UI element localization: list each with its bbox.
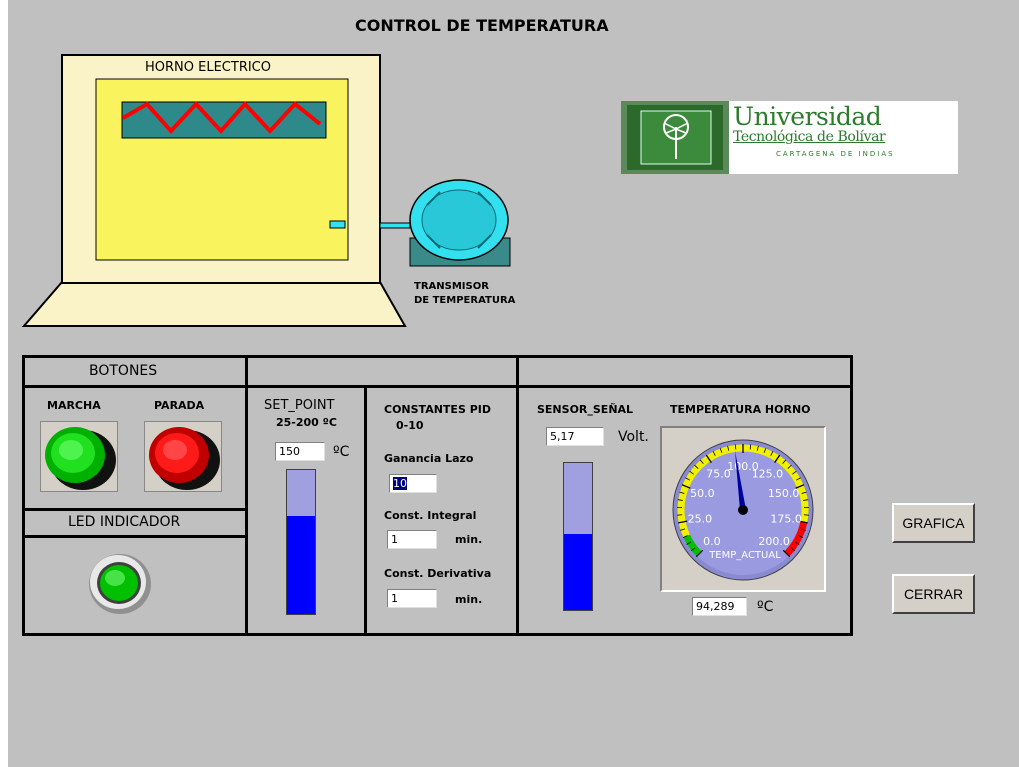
gauge-title: TEMPERATURA HORNO: [670, 403, 811, 416]
sensor-unit: Volt.: [618, 429, 649, 445]
derivativa-input[interactable]: 1: [387, 589, 437, 608]
gauge-tick-label: 150.0: [768, 487, 800, 500]
sensor-fill: [564, 533, 592, 610]
ganancia-value: 10: [393, 477, 407, 490]
sensor-bar: [563, 462, 593, 611]
setpoint-fill: [287, 516, 315, 614]
frame-top: [22, 355, 853, 358]
led-header: LED INDICADOR: [68, 514, 181, 530]
frame-bottom: [22, 633, 853, 636]
parada-button[interactable]: [144, 421, 222, 492]
divider-1: [245, 355, 248, 636]
marcha-label: MARCHA: [47, 399, 101, 412]
grafica-button[interactable]: GRAFICA: [892, 503, 975, 543]
transmitter-icon: [409, 179, 511, 267]
gauge-readout: 94,289: [692, 597, 747, 616]
logo-city: CARTAGENA DE INDIAS: [776, 150, 895, 158]
divider-2: [364, 385, 367, 636]
integral-input[interactable]: 1: [387, 530, 437, 549]
setpoint-range: 25-200 ºC: [276, 416, 337, 429]
logo-title: Universidad: [733, 102, 882, 131]
botones-header: BOTONES: [89, 363, 158, 379]
gauge-tick-label: 50.0: [690, 487, 715, 500]
led-frame-top: [22, 508, 248, 511]
university-logo: Universidad Tecnológica de Bolívar CARTA…: [621, 101, 958, 174]
frame-left: [22, 355, 25, 636]
oven-base: [21, 281, 407, 327]
derivativa-unit: min.: [455, 593, 483, 606]
pid-title: CONSTANTES PID: [384, 403, 491, 416]
logo-emblem-icon: [621, 101, 729, 174]
transmitter-pipe: [379, 222, 411, 229]
ganancia-label: Ganancia Lazo: [384, 452, 474, 465]
integral-unit: min.: [455, 533, 483, 546]
green-button-icon: [45, 427, 116, 490]
frame-header-bottom: [22, 385, 853, 388]
probe-connector: [329, 220, 346, 229]
led-indicator: [89, 554, 151, 614]
cerrar-button[interactable]: CERRAR: [892, 574, 975, 614]
divider-3: [516, 355, 519, 636]
led-frame-bottom: [22, 535, 248, 538]
setpoint-unit: ºC: [333, 444, 350, 460]
integral-label: Const. Integral: [384, 509, 477, 522]
setpoint-title: SET_POINT: [264, 398, 335, 413]
sensor-value: 5,17: [546, 427, 604, 446]
gauge-tick-label: 125.0: [752, 467, 784, 480]
oven-label: HORNO ELECTRICO: [145, 60, 271, 75]
gauge-tick-label: 175.0: [770, 513, 802, 526]
gauge-tick-label: 200.0: [758, 535, 790, 548]
temperature-gauge: 0.025.050.075.0100.0125.0150.0175.0200.0…: [672, 439, 814, 581]
ganancia-input[interactable]: 10: [389, 474, 437, 493]
gauge-hub: [738, 505, 748, 515]
parada-label: PARADA: [154, 399, 205, 412]
transmitter-label-1: TRANSMISOR: [414, 281, 489, 292]
gauge-tick-label: 0.0: [703, 535, 721, 548]
marcha-button[interactable]: [40, 421, 118, 492]
gauge-caption: TEMP_ACTUAL: [708, 550, 781, 561]
setpoint-slider[interactable]: [286, 469, 316, 615]
setpoint-input[interactable]: 150: [275, 442, 325, 461]
transmitter-label-2: DE TEMPERATURA: [414, 295, 516, 306]
gauge-tick-label: 25.0: [688, 513, 713, 526]
pid-range: 0-10: [396, 419, 424, 432]
red-button-icon: [149, 427, 220, 490]
gauge-frame: 0.0 25.0 50.0 75.0 100.0 125.0 150.0 175.0 200.0…: [660, 426, 826, 592]
derivativa-label: Const. Derivativa: [384, 567, 492, 580]
logo-subtitle: Tecnológica de Bolívar: [733, 129, 886, 145]
sensor-title: SENSOR_SEÑAL: [537, 403, 634, 416]
frame-right: [850, 355, 853, 636]
gauge-unit: ºC: [757, 599, 774, 615]
